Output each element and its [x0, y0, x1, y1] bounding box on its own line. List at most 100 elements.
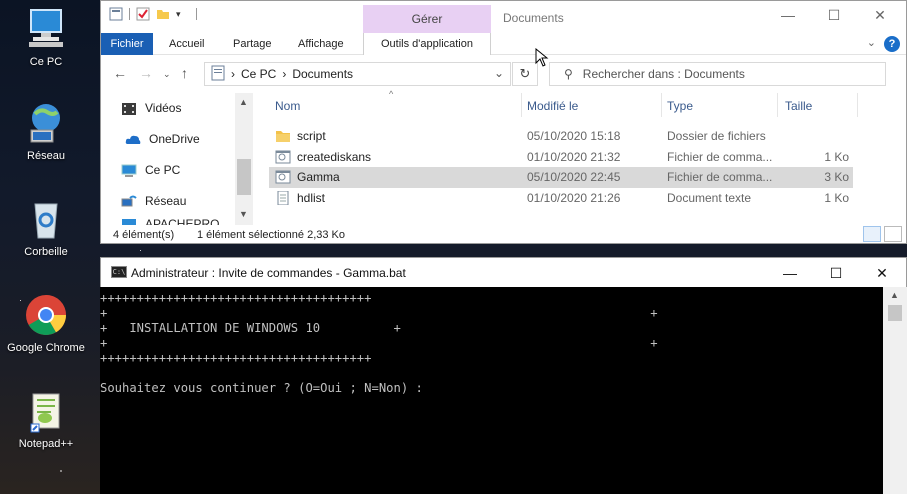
- network-icon: [121, 195, 137, 208]
- tab-affichage[interactable]: Affichage: [290, 33, 352, 55]
- selection-info: 1 élément sélectionné 2,33 Ko: [197, 229, 345, 241]
- explorer-window-controls: — ☐ ✕: [765, 7, 903, 24]
- nav-item-onedrive[interactable]: OneDrive: [125, 128, 200, 150]
- tab-partage[interactable]: Partage: [225, 33, 280, 55]
- ribbon-expand-chevron-icon[interactable]: ⌄: [867, 36, 876, 49]
- file-row[interactable]: creatediskans 01/10/2020 21:32 Fichier d…: [269, 147, 853, 168]
- cmd-titlebar[interactable]: C:\ Administrateur : Invite de commandes…: [100, 257, 907, 287]
- notepad-plus-plus-icon: [23, 388, 69, 434]
- column-nom[interactable]: Nom: [275, 99, 300, 113]
- properties-check-icon[interactable]: [136, 7, 150, 21]
- address-dropdown-chevron-icon[interactable]: ⌄: [494, 66, 504, 80]
- scroll-down-arrow-icon[interactable]: ▼: [239, 209, 248, 219]
- star: [140, 250, 141, 251]
- desktop-icon-notepadpp[interactable]: Notepad++: [0, 388, 92, 450]
- cmd-window-title: Administrateur : Invite de commandes - G…: [131, 266, 406, 280]
- scroll-up-arrow-icon[interactable]: ▲: [890, 290, 899, 300]
- up-arrow-icon[interactable]: ↑: [181, 65, 188, 81]
- column-separator[interactable]: [661, 93, 662, 117]
- breadcrumb-documents[interactable]: Documents: [292, 67, 353, 81]
- cmd-scrollbar[interactable]: ▲: [883, 287, 907, 494]
- minimize-button[interactable]: —: [765, 7, 811, 24]
- console-line: + +: [100, 336, 658, 350]
- address-row: ← → ⌄ ↑ › Ce PC › Documents ⌄ ↻ ⚲ Recher…: [101, 59, 906, 89]
- back-arrow-icon[interactable]: ←: [113, 65, 127, 81]
- file-row[interactable]: script 05/10/2020 15:18 Dossier de fichi…: [269, 126, 853, 147]
- console-line: + INSTALLATION DE WINDOWS 10 +: [100, 321, 401, 335]
- maximize-button[interactable]: ☐: [811, 7, 857, 24]
- desktop-icon-chrome[interactable]: Google Chrome: [0, 292, 92, 354]
- qat-dropdown-icon[interactable]: ▾: [176, 7, 190, 21]
- details-view-icon[interactable]: [863, 226, 881, 242]
- breadcrumb-ce-pc[interactable]: Ce PC: [241, 67, 276, 81]
- desktop-icon-corbeille[interactable]: Corbeille: [0, 196, 92, 258]
- new-folder-icon[interactable]: [156, 7, 170, 21]
- batch-file-icon: [275, 150, 291, 164]
- search-icon: ⚲: [564, 67, 573, 81]
- navpane-scrollbar[interactable]: ▲ ▼: [235, 93, 253, 225]
- videos-folder-icon: [121, 102, 137, 115]
- file-modified: 05/10/2020 22:45: [527, 170, 621, 184]
- recent-locations-chevron-icon[interactable]: ⌄: [163, 69, 171, 80]
- breadcrumb-separator[interactable]: ›: [282, 67, 286, 81]
- address-bar[interactable]: › Ce PC › Documents ⌄: [204, 62, 511, 86]
- file-row[interactable]: hdlist 01/10/2020 21:26 Document texte 1…: [269, 188, 853, 209]
- minimize-button[interactable]: —: [767, 265, 813, 282]
- search-box[interactable]: ⚲ Rechercher dans : Documents: [549, 62, 886, 86]
- scroll-up-arrow-icon[interactable]: ▲: [239, 97, 248, 107]
- view-toggle: [863, 226, 902, 242]
- desktop-icon-ce-pc[interactable]: Ce PC: [0, 6, 92, 68]
- nav-item-reseau[interactable]: Réseau: [121, 190, 186, 212]
- mouse-pointer-icon: [535, 47, 549, 71]
- large-icons-view-icon[interactable]: [884, 226, 902, 242]
- command-prompt-window: C:\ Administrateur : Invite de commandes…: [100, 257, 907, 494]
- file-size: 3 Ko: [824, 170, 849, 184]
- file-name: Gamma: [297, 170, 340, 184]
- nav-item-videos[interactable]: Vidéos: [121, 97, 181, 119]
- file-row-selected[interactable]: Gamma 05/10/2020 22:45 Fichier de comma.…: [269, 167, 853, 188]
- onedrive-cloud-icon: [125, 133, 141, 146]
- file-type: Fichier de comma...: [667, 150, 773, 164]
- file-type: Dossier de fichiers: [667, 129, 766, 143]
- maximize-button[interactable]: ☐: [813, 265, 859, 282]
- navigation-pane: Vidéos OneDrive Ce PC Réseau APACHEPRO: [101, 93, 253, 225]
- tab-fichier[interactable]: Fichier: [101, 33, 153, 55]
- breadcrumb-separator[interactable]: ›: [231, 67, 235, 81]
- tab-outils-application[interactable]: Outils d'application: [363, 33, 491, 55]
- documents-location-icon: [211, 65, 225, 84]
- computer-icon: [23, 6, 69, 52]
- nav-item-apachepro[interactable]: APACHEPRO: [121, 213, 219, 225]
- console-output[interactable]: +++++++++++++++++++++++++++++++++++++ + …: [100, 287, 883, 494]
- recycle-bin-icon: [23, 196, 69, 242]
- column-taille[interactable]: Taille: [785, 99, 812, 113]
- desktop-icon-reseau[interactable]: Réseau: [0, 100, 92, 162]
- file-modified: 01/10/2020 21:26: [527, 191, 621, 205]
- close-button[interactable]: ✕: [859, 265, 905, 282]
- column-separator[interactable]: [857, 93, 858, 117]
- file-name: hdlist: [297, 191, 326, 205]
- explorer-titlebar[interactable]: ▾ Gérer Documents — ☐ ✕: [101, 1, 906, 33]
- folder-icon: [275, 129, 291, 143]
- help-icon[interactable]: ?: [884, 36, 900, 52]
- file-size: 1 Ko: [824, 191, 849, 205]
- tab-accueil[interactable]: Accueil: [161, 33, 212, 55]
- cmd-window-controls: — ☐ ✕: [767, 265, 905, 282]
- console-line: +++++++++++++++++++++++++++++++++++++: [100, 291, 372, 305]
- close-button[interactable]: ✕: [857, 7, 903, 24]
- column-modifie-le[interactable]: Modifié le: [527, 99, 578, 113]
- status-bar: 4 élément(s) 1 élément sélectionné 2,33 …: [101, 225, 906, 245]
- batch-file-icon: [275, 170, 291, 184]
- sort-ascending-caret-icon: ^: [389, 89, 394, 99]
- contextual-tab-gerer[interactable]: Gérer: [363, 5, 491, 33]
- file-modified: 05/10/2020 15:18: [527, 129, 621, 143]
- explorer-app-icon[interactable]: [109, 7, 123, 21]
- scrollbar-thumb[interactable]: [888, 305, 902, 321]
- search-placeholder: Rechercher dans : Documents: [582, 67, 745, 81]
- scrollbar-thumb[interactable]: [237, 159, 251, 195]
- column-separator[interactable]: [521, 93, 522, 117]
- nav-item-ce-pc[interactable]: Ce PC: [121, 159, 180, 181]
- file-list-header: ^ Nom Modifié le Type Taille: [269, 89, 889, 117]
- column-separator[interactable]: [777, 93, 778, 117]
- forward-arrow-icon[interactable]: →: [139, 65, 153, 81]
- column-type[interactable]: Type: [667, 99, 693, 113]
